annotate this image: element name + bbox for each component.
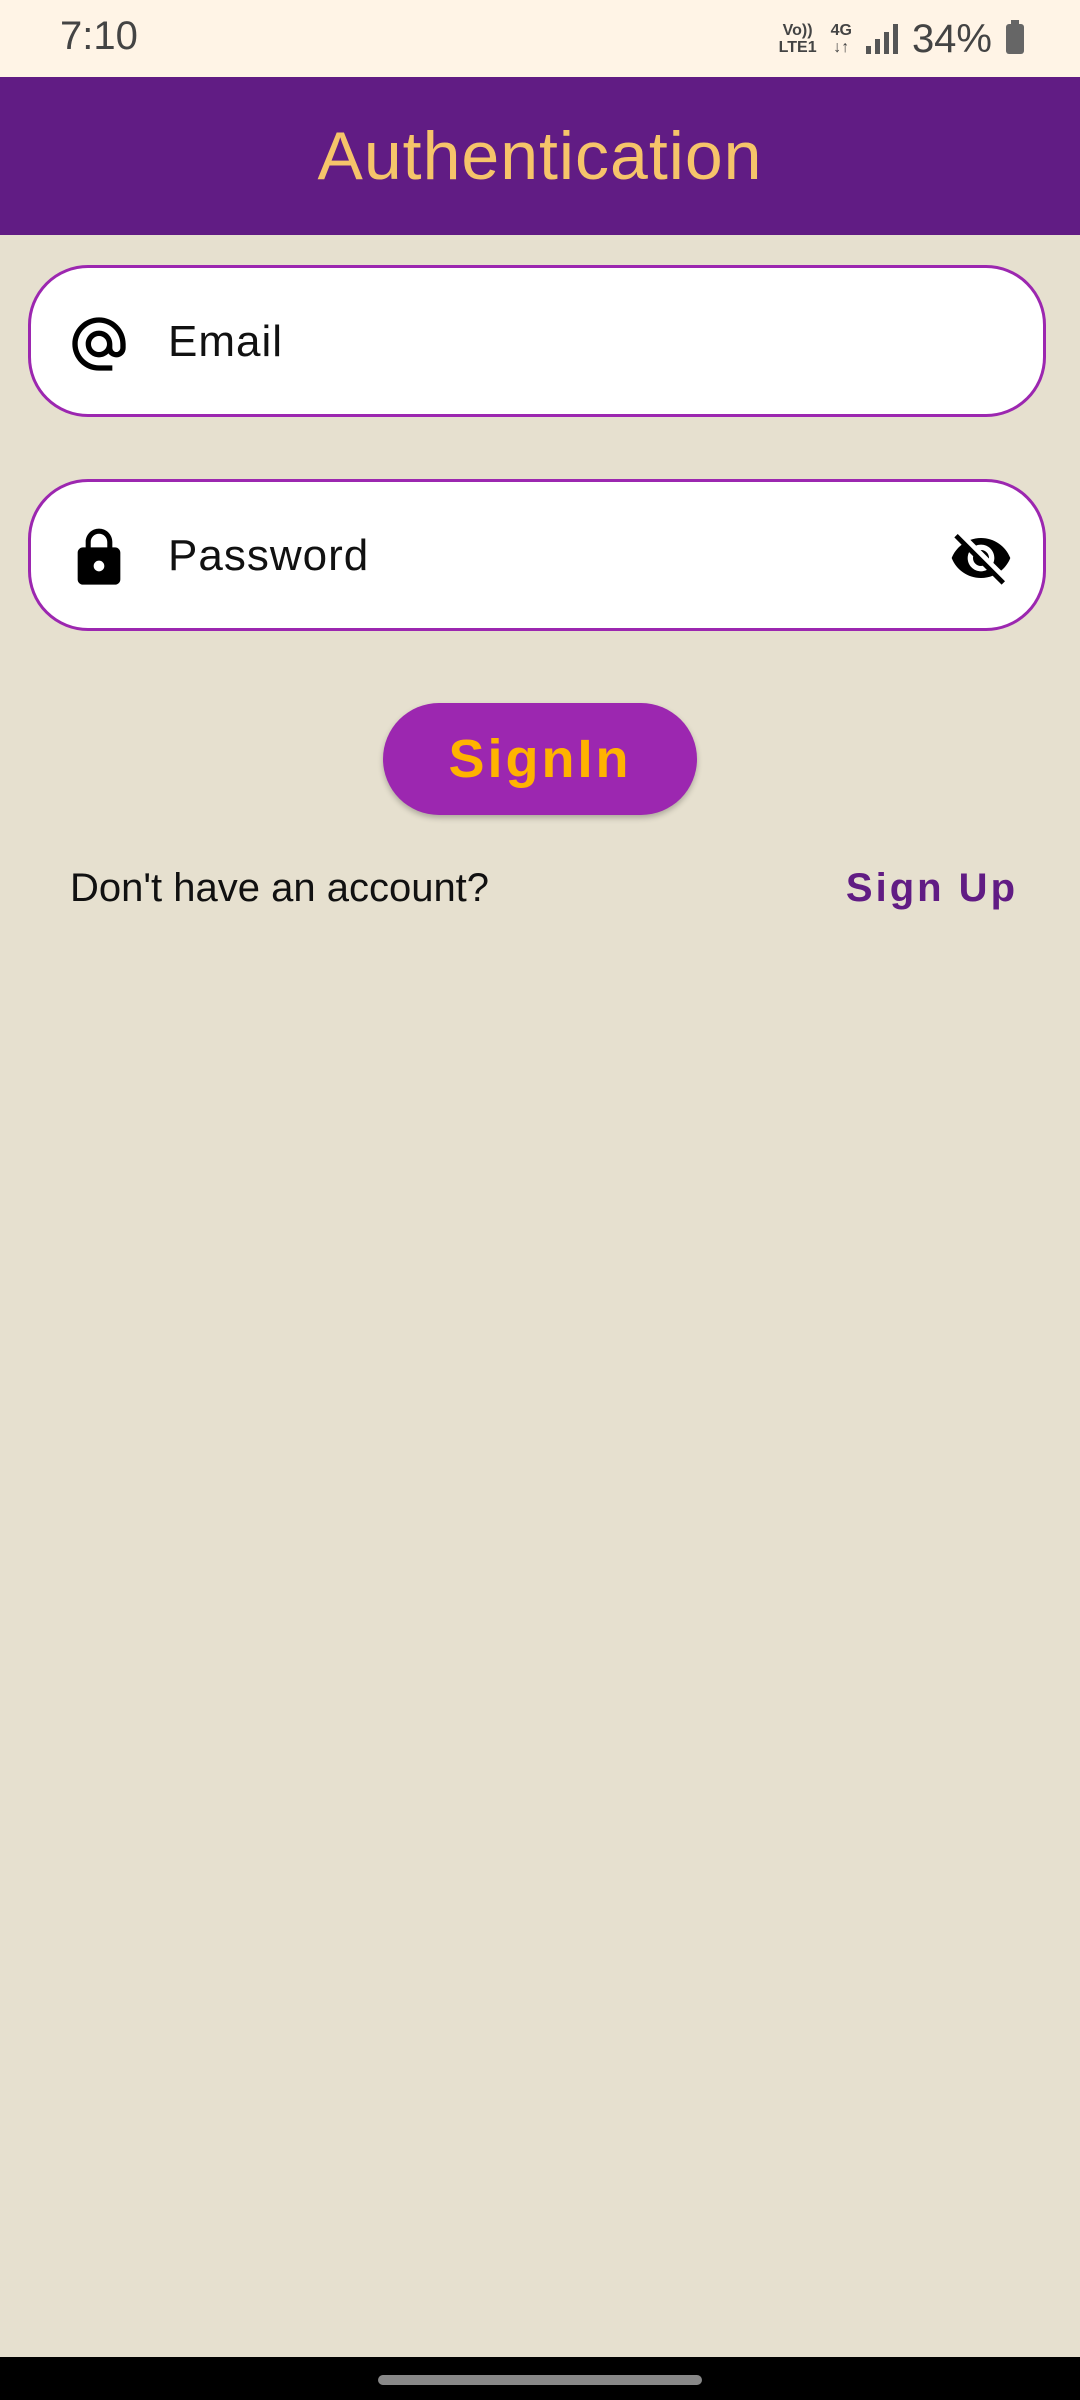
eye-off-icon[interactable] <box>949 526 1013 590</box>
network-type-label: 4G <box>830 22 852 39</box>
email-field[interactable] <box>28 265 1046 417</box>
signup-link[interactable]: Sign Up <box>846 866 1018 911</box>
status-bar: 7:10 Vo)) LTE1 4G ↓↑ 34% <box>0 0 1080 77</box>
app-bar: Authentication <box>0 77 1080 235</box>
page-title: Authentication <box>317 118 763 194</box>
home-indicator[interactable] <box>378 2375 702 2385</box>
battery-icon <box>1006 20 1024 54</box>
at-sign-icon <box>72 317 126 371</box>
signup-prompt-text: Don't have an account? <box>70 866 490 910</box>
email-input[interactable] <box>166 268 950 416</box>
lock-icon <box>77 528 121 585</box>
status-time: 7:10 <box>60 14 138 58</box>
password-field[interactable] <box>28 479 1046 631</box>
password-input[interactable] <box>166 482 950 630</box>
volte-top-label: Vo)) <box>782 22 813 39</box>
network-indicator: 4G ↓↑ <box>831 22 852 56</box>
signin-button[interactable]: SignIn <box>383 703 697 815</box>
status-icons: Vo)) LTE1 4G ↓↑ 34% <box>779 14 1024 64</box>
data-arrows-icon: ↓↑ <box>833 39 850 56</box>
battery-percentage: 34% <box>911 16 992 61</box>
volte-bottom-label: LTE1 <box>778 39 817 56</box>
signal-strength-icon <box>865 24 898 54</box>
volte-indicator: Vo)) LTE1 <box>779 22 817 56</box>
navigation-bar <box>0 2357 1080 2400</box>
